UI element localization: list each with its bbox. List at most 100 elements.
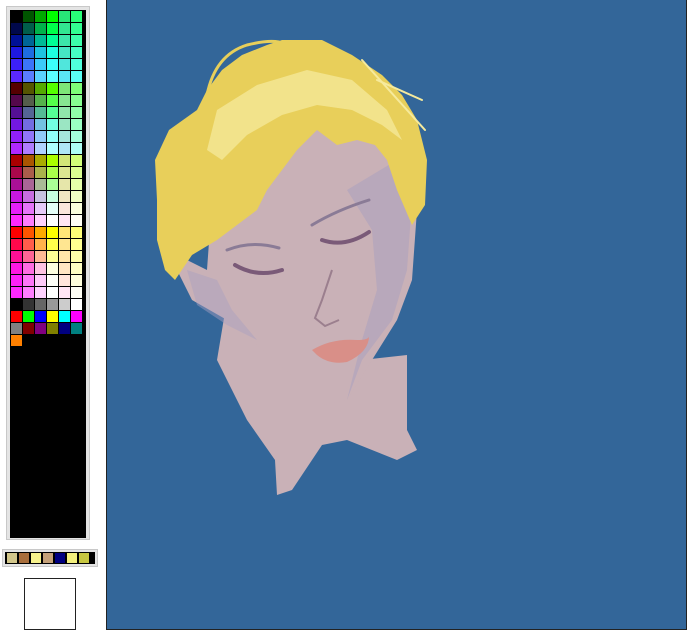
palette-swatch[interactable] xyxy=(47,323,58,334)
palette-swatch[interactable] xyxy=(59,11,70,22)
palette-swatch[interactable] xyxy=(35,227,46,238)
palette-swatch[interactable] xyxy=(71,119,82,130)
palette-swatch[interactable] xyxy=(47,35,58,46)
palette-swatch[interactable] xyxy=(23,155,34,166)
palette-swatch[interactable] xyxy=(47,299,58,310)
palette-swatch[interactable] xyxy=(23,131,34,142)
palette-swatch[interactable] xyxy=(11,107,22,118)
palette-swatch[interactable] xyxy=(35,23,46,34)
palette-swatch[interactable] xyxy=(47,23,58,34)
palette-swatch[interactable] xyxy=(71,323,82,334)
palette-swatch[interactable] xyxy=(71,47,82,58)
palette-swatch[interactable] xyxy=(35,263,46,274)
palette-swatch[interactable] xyxy=(71,263,82,274)
palette-swatch[interactable] xyxy=(35,131,46,142)
palette-swatch[interactable] xyxy=(71,59,82,70)
palette-swatch[interactable] xyxy=(59,143,70,154)
palette-swatch[interactable] xyxy=(23,119,34,130)
palette-swatch[interactable] xyxy=(35,119,46,130)
palette-swatch[interactable] xyxy=(47,239,58,250)
palette-swatch[interactable] xyxy=(11,299,22,310)
palette-swatch[interactable] xyxy=(47,143,58,154)
palette-swatch[interactable] xyxy=(23,71,34,82)
palette-swatch[interactable] xyxy=(35,35,46,46)
palette-swatch[interactable] xyxy=(71,83,82,94)
palette-swatch[interactable] xyxy=(35,251,46,262)
palette-swatch[interactable] xyxy=(35,311,46,322)
palette-swatch[interactable] xyxy=(23,11,34,22)
palette-swatch[interactable] xyxy=(59,71,70,82)
palette-swatch[interactable] xyxy=(59,131,70,142)
palette-swatch[interactable] xyxy=(71,179,82,190)
palette-swatch[interactable] xyxy=(35,143,46,154)
palette-swatch[interactable] xyxy=(71,23,82,34)
palette-swatch[interactable] xyxy=(59,251,70,262)
palette-swatch[interactable] xyxy=(59,23,70,34)
palette-swatch[interactable] xyxy=(47,59,58,70)
palette-swatch[interactable] xyxy=(47,287,58,298)
palette-swatch[interactable] xyxy=(35,95,46,106)
palette-swatch[interactable] xyxy=(47,47,58,58)
palette-swatch[interactable] xyxy=(59,95,70,106)
current-color-swatch[interactable] xyxy=(24,578,76,630)
palette-swatch[interactable] xyxy=(59,167,70,178)
palette-swatch[interactable] xyxy=(47,311,58,322)
palette-swatch[interactable] xyxy=(71,131,82,142)
palette-swatch[interactable] xyxy=(59,215,70,226)
palette-swatch[interactable] xyxy=(59,227,70,238)
palette-swatch[interactable] xyxy=(47,155,58,166)
palette-swatch[interactable] xyxy=(11,11,22,22)
palette-swatch[interactable] xyxy=(59,107,70,118)
palette-swatch[interactable] xyxy=(59,263,70,274)
recent-color-swatch[interactable] xyxy=(67,553,77,563)
palette-swatch[interactable] xyxy=(71,107,82,118)
palette-swatch[interactable] xyxy=(35,275,46,286)
palette-swatch[interactable] xyxy=(59,59,70,70)
palette-swatch[interactable] xyxy=(11,191,22,202)
palette-swatch[interactable] xyxy=(23,227,34,238)
palette-swatch[interactable] xyxy=(23,179,34,190)
palette-swatch[interactable] xyxy=(23,83,34,94)
palette-swatch[interactable] xyxy=(11,35,22,46)
palette-swatch[interactable] xyxy=(11,47,22,58)
palette-swatch[interactable] xyxy=(59,35,70,46)
palette-swatch[interactable] xyxy=(23,203,34,214)
recent-color-swatch[interactable] xyxy=(31,553,41,563)
palette-swatch[interactable] xyxy=(23,47,34,58)
palette-swatch[interactable] xyxy=(11,311,22,322)
palette-swatch[interactable] xyxy=(11,143,22,154)
palette-swatch[interactable] xyxy=(35,155,46,166)
palette-swatch[interactable] xyxy=(71,35,82,46)
palette-swatch[interactable] xyxy=(71,71,82,82)
palette-swatch[interactable] xyxy=(35,167,46,178)
palette-swatch[interactable] xyxy=(71,143,82,154)
palette-swatch[interactable] xyxy=(11,323,22,334)
palette-swatch[interactable] xyxy=(35,203,46,214)
palette-swatch[interactable] xyxy=(23,239,34,250)
palette-swatch[interactable] xyxy=(71,251,82,262)
palette-swatch[interactable] xyxy=(71,95,82,106)
palette-swatch[interactable] xyxy=(11,131,22,142)
palette-swatch[interactable] xyxy=(59,155,70,166)
palette-swatch[interactable] xyxy=(11,275,22,286)
palette-swatch[interactable] xyxy=(59,179,70,190)
palette-swatch[interactable] xyxy=(59,323,70,334)
palette-swatch[interactable] xyxy=(11,335,22,346)
palette-swatch[interactable] xyxy=(23,167,34,178)
palette-swatch[interactable] xyxy=(71,239,82,250)
palette-swatch[interactable] xyxy=(47,263,58,274)
palette-swatch[interactable] xyxy=(23,275,34,286)
palette-swatch[interactable] xyxy=(71,275,82,286)
palette-swatch[interactable] xyxy=(47,215,58,226)
palette-swatch[interactable] xyxy=(23,251,34,262)
palette-swatch[interactable] xyxy=(11,287,22,298)
palette-swatch[interactable] xyxy=(11,167,22,178)
recent-colors-list[interactable] xyxy=(5,552,95,564)
palette-swatch[interactable] xyxy=(35,83,46,94)
palette-swatch[interactable] xyxy=(11,155,22,166)
palette-swatch[interactable] xyxy=(23,35,34,46)
palette-swatch[interactable] xyxy=(47,119,58,130)
palette-swatch[interactable] xyxy=(23,263,34,274)
palette-swatch[interactable] xyxy=(47,71,58,82)
palette-swatch[interactable] xyxy=(35,299,46,310)
